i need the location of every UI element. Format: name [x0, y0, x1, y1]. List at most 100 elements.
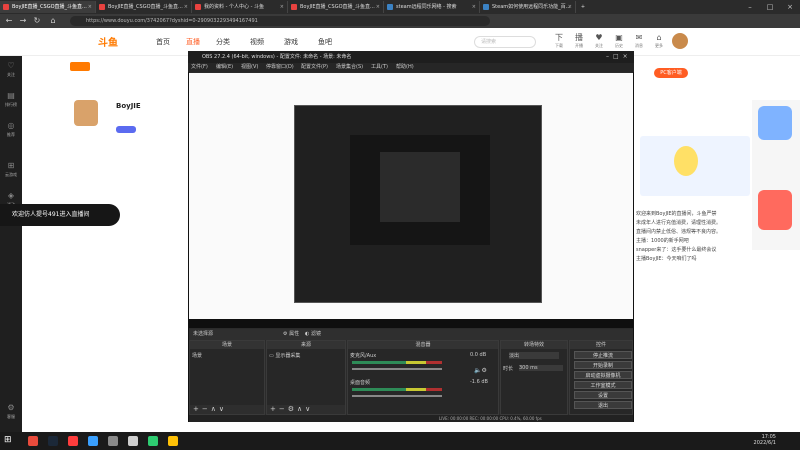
broadcast-icon[interactable]: 播开播	[572, 33, 586, 51]
volume-slider-1[interactable]	[352, 368, 442, 370]
stop-streaming-button[interactable]: 停止推流	[574, 351, 632, 359]
menu-file[interactable]: 文件(F)	[191, 63, 208, 72]
duration-input[interactable]: 300 ms	[519, 365, 563, 371]
transitions-dock: 转场特效 淡出 时长 300 ms	[500, 340, 568, 415]
rail-service[interactable]: ⚙ 客服	[0, 402, 22, 424]
rail-follow[interactable]: ♡ 关注	[0, 60, 22, 82]
avatar[interactable]	[672, 33, 688, 49]
volume-slider-2[interactable]	[352, 395, 442, 397]
nav-home[interactable]: 首页	[156, 37, 170, 47]
live-badge	[70, 62, 90, 71]
wechat-icon[interactable]	[148, 436, 158, 446]
video-app-icon[interactable]	[68, 436, 78, 446]
obs-window-controls[interactable]: –□×	[606, 51, 634, 63]
tab-steam-help[interactable]: Steam如何使用远程同乐功能_百... ×	[480, 1, 576, 13]
sources-title: 来源	[267, 341, 345, 349]
rail-recommend[interactable]: ◎ 推荐	[0, 120, 22, 142]
follow-icon[interactable]: ♥ 关注	[592, 33, 606, 51]
download-icon[interactable]: 下下载	[552, 33, 566, 51]
pc-client-button[interactable]: PC客户端	[654, 68, 688, 78]
speaker-icon[interactable]: 🔈⚙	[474, 367, 487, 374]
new-tab-button[interactable]: +	[576, 1, 590, 13]
bing-favicon-icon	[387, 4, 393, 10]
clock-date: 2022/6/1	[753, 440, 776, 446]
nav-yuba[interactable]: 鱼吧	[318, 37, 332, 47]
tab-profile[interactable]: 我的资料 - 个人中心 - 斗鱼 ×	[192, 1, 288, 13]
tab-douyu-2[interactable]: BoyJIE直播_CSGO直播_斗鱼直... ×	[96, 1, 192, 13]
menu-view[interactable]: 视图(V)	[241, 63, 258, 72]
tab-douyu-3[interactable]: BoyJIE直播_CSGO直播_斗鱼直... ×	[288, 1, 384, 13]
tab-douyu-1[interactable]: BoyJIE直播_CSGO直播_斗鱼直... ×	[0, 1, 96, 13]
message-icon[interactable]: ✉ 消息	[632, 33, 646, 51]
menu-edit[interactable]: 编辑(E)	[216, 63, 233, 72]
scene-item[interactable]: 场景	[192, 352, 202, 359]
menu-profile[interactable]: 配置文件(P)	[301, 63, 328, 72]
nav-live[interactable]: 直播	[186, 37, 200, 47]
maximize-icon[interactable]: □	[760, 0, 780, 14]
menu-docks[interactable]: 停靠窗口(D)	[266, 63, 294, 72]
refresh-icon[interactable]: ↻	[30, 14, 44, 28]
close-tab-icon[interactable]: ×	[568, 1, 572, 13]
heart-icon: ♡	[7, 61, 15, 70]
source-controls[interactable]: +−⚙∧∨	[267, 405, 345, 414]
more-icon[interactable]: ⌂ 更多	[652, 33, 666, 51]
back-icon[interactable]: ←	[2, 14, 16, 28]
mixer-channel-1-label: 麦克风/Aux 0.0 dB	[350, 352, 487, 359]
start-recording-button[interactable]: 开始录制	[574, 361, 632, 369]
settings-button[interactable]: 设置	[574, 391, 632, 399]
controls-dock: 控件 停止推流 开始录制 启动虚拟摄像机 工作室模式 设置 退出	[569, 340, 633, 415]
edge-icon[interactable]	[88, 436, 98, 446]
chrome-icon[interactable]	[28, 436, 38, 446]
folder-icon[interactable]	[168, 436, 178, 446]
close-tab-icon[interactable]: ×	[184, 1, 188, 13]
close-tab-icon[interactable]: ×	[472, 1, 476, 13]
close-tab-icon[interactable]: ×	[376, 1, 380, 13]
streamer-name[interactable]: BoyJIE	[116, 102, 141, 110]
mixer-dock: 混音器 麦克风/Aux 0.0 dB 桌面音频 -1.6 dB 🔈⚙	[347, 340, 499, 415]
duration-label: 时长	[503, 366, 514, 372]
streamer-avatar[interactable]	[74, 100, 98, 126]
source-item[interactable]: ▭ 显示器采集	[269, 352, 300, 359]
chat-line: 未成年人进行充值消费，请理性消费。	[636, 220, 722, 226]
room-info-panel: BoyJIE	[22, 56, 190, 432]
menu-help[interactable]: 帮助(H)	[396, 63, 414, 72]
start-icon[interactable]: ⊞	[4, 435, 14, 445]
history-icon[interactable]: ▣ 历史	[612, 33, 626, 51]
studio-mode-button[interactable]: 工作室模式	[574, 381, 632, 389]
mixer-meter-1	[352, 361, 442, 364]
nav-game[interactable]: 游戏	[284, 37, 298, 47]
close-tab-icon[interactable]: ×	[88, 1, 92, 13]
url-field[interactable]: https://www.douyu.com/3742067?dyshid=0-2…	[70, 16, 490, 26]
filters-button[interactable]: ◐ 滤镜	[305, 329, 321, 340]
rail-rank[interactable]: ▤ 排行榜	[0, 90, 22, 112]
scene-controls[interactable]: +−∧∨	[190, 405, 264, 414]
minimize-icon[interactable]: –	[740, 0, 760, 14]
properties-button[interactable]: ⚙ 属性	[283, 329, 299, 340]
close-window-icon[interactable]: ×	[780, 0, 800, 14]
menu-scene-collection[interactable]: 场景集合(S)	[336, 63, 363, 72]
nav-category[interactable]: 分类	[216, 37, 230, 47]
douyu-logo[interactable]: 斗鱼	[98, 34, 134, 49]
menu-tools[interactable]: 工具(T)	[371, 63, 388, 72]
tab-steam-search[interactable]: steam远程同乐网络 - 搜索 ×	[384, 1, 480, 13]
obs-menu-bar: 文件(F) 编辑(E) 视图(V) 停靠窗口(D) 配置文件(P) 场景集合(S…	[188, 63, 634, 72]
virtual-camera-button[interactable]: 启动虚拟摄像机	[574, 371, 632, 379]
app-icon[interactable]	[108, 436, 118, 446]
search-input[interactable]: 请搜索	[474, 36, 536, 48]
rank-icon: ▤	[7, 91, 15, 100]
steam-icon[interactable]	[48, 436, 58, 446]
mixer-channel-2-label: 桌面音频 -1.6 dB	[350, 379, 488, 386]
transition-select[interactable]: 淡出	[509, 352, 559, 359]
obs-icon[interactable]	[128, 436, 138, 446]
forward-icon[interactable]: →	[16, 14, 30, 28]
chat-line: 欢迎来到BoyJIE的直播间，斗鱼严禁	[636, 211, 717, 217]
taskbar	[0, 432, 800, 450]
nav-video[interactable]: 视频	[250, 37, 264, 47]
window-controls: – □ ×	[740, 0, 800, 14]
promo-banner[interactable]	[758, 106, 792, 140]
rail-cloud-game[interactable]: ⊞ 云游戏	[0, 160, 22, 182]
home-icon[interactable]: ⌂	[46, 14, 60, 28]
exit-button[interactable]: 退出	[574, 401, 632, 409]
transitions-title: 转场特效	[501, 341, 567, 349]
close-tab-icon[interactable]: ×	[280, 1, 284, 13]
